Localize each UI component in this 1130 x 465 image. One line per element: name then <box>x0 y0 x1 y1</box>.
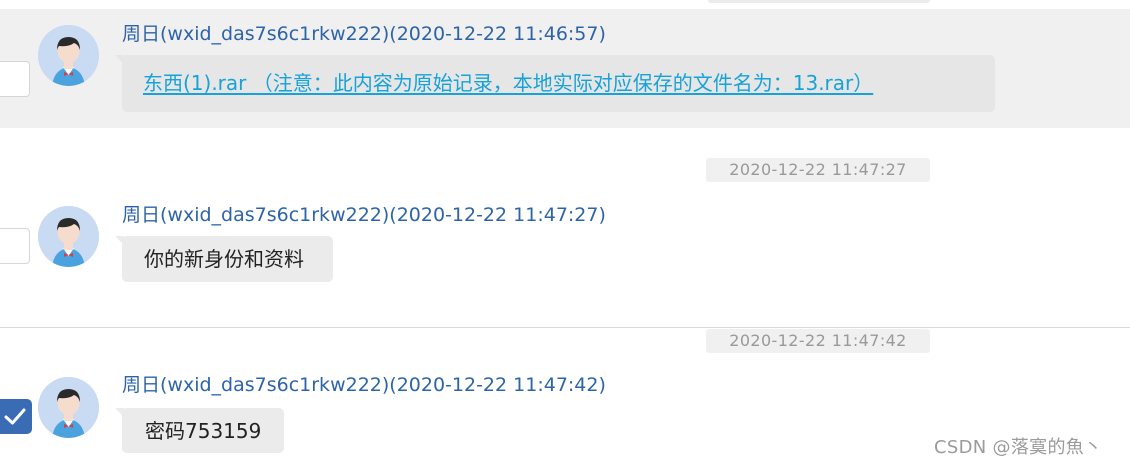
avatar <box>38 377 99 438</box>
avatar <box>38 206 99 267</box>
message-select-checkbox[interactable] <box>0 228 30 264</box>
chat-record-page: 周日(wxid_das7s6c1rkw222)(2020-12-22 11:46… <box>0 0 1130 465</box>
person-avatar-icon <box>38 206 99 267</box>
message-bubble: 东西(1).rar （注意：此内容为原始记录，本地实际对应保存的文件名为：13.… <box>115 55 995 112</box>
bubble-tail <box>115 55 124 64</box>
bubble-tail <box>115 408 124 417</box>
message-row[interactable]: 周日(wxid_das7s6c1rkw222)(2020-12-22 11:47… <box>0 188 1130 298</box>
sender-line: 周日(wxid_das7s6c1rkw222)(2020-12-22 11:47… <box>122 374 606 396</box>
sender-line: 周日(wxid_das7s6c1rkw222)(2020-12-22 11:46… <box>122 23 606 45</box>
message-select-checkbox[interactable] <box>0 61 30 97</box>
watermark: CSDN @落寞的魚丶 <box>934 437 1103 458</box>
sender-line: 周日(wxid_das7s6c1rkw222)(2020-12-22 11:47… <box>122 204 606 226</box>
avatar <box>38 25 99 86</box>
person-avatar-icon <box>38 25 99 86</box>
message-text: 密码753159 <box>145 419 262 443</box>
file-attachment-link[interactable]: 东西(1).rar （注意：此内容为原始记录，本地实际对应保存的文件名为：13.… <box>143 70 873 96</box>
message-text: 你的新身份和资料 <box>144 247 304 271</box>
timestamp-pill: 2020-12-22 11:47:42 <box>706 329 930 353</box>
message-row[interactable]: 周日(wxid_das7s6c1rkw222)(2020-12-22 11:46… <box>0 9 1130 128</box>
bubble-tail <box>115 236 124 245</box>
message-bubble: 你的新身份和资料 <box>115 236 333 282</box>
message-select-checkbox[interactable] <box>0 399 32 434</box>
timestamp-pill: 2020-12-22 11:47:27 <box>706 158 930 182</box>
person-avatar-icon <box>38 377 99 438</box>
checkmark-icon <box>4 408 26 425</box>
message-bubble: 密码753159 <box>115 408 284 453</box>
row-divider <box>0 327 1130 328</box>
timestamp-pill-partial <box>708 0 930 3</box>
